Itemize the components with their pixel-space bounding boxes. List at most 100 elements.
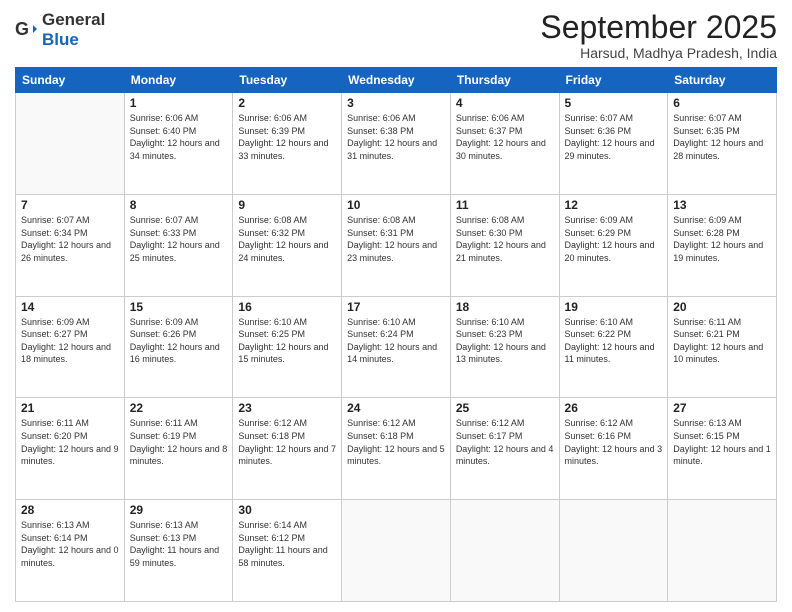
calendar-week-row: 21Sunrise: 6:11 AMSunset: 6:20 PMDayligh… — [16, 398, 777, 500]
day-number: 15 — [130, 300, 228, 314]
day-info: Sunrise: 6:09 AMSunset: 6:29 PMDaylight:… — [565, 214, 663, 264]
day-info: Sunrise: 6:13 AMSunset: 6:15 PMDaylight:… — [673, 417, 771, 467]
day-number: 19 — [565, 300, 663, 314]
day-info: Sunrise: 6:06 AMSunset: 6:39 PMDaylight:… — [238, 112, 336, 162]
table-row: 7 Sunrise: 6:07 AMSunset: 6:34 PMDaylight… — [16, 194, 125, 296]
day-info: Sunrise: 6:10 AMSunset: 6:25 PMDaylight:… — [238, 316, 336, 366]
table-row: 3 Sunrise: 6:06 AMSunset: 6:38 PMDaylight… — [342, 93, 451, 195]
day-info: Sunrise: 6:10 AMSunset: 6:22 PMDaylight:… — [565, 316, 663, 366]
day-number: 24 — [347, 401, 445, 415]
day-number: 16 — [238, 300, 336, 314]
calendar-week-row: 1 Sunrise: 6:06 AMSunset: 6:40 PMDaylight… — [16, 93, 777, 195]
table-row: 5 Sunrise: 6:07 AMSunset: 6:36 PMDaylight… — [559, 93, 668, 195]
table-row: 4Sunrise: 6:06 AMSunset: 6:37 PMDaylight… — [450, 93, 559, 195]
table-row: 14 Sunrise: 6:09 AMSunset: 6:27 PMDayligh… — [16, 296, 125, 398]
day-info: Sunrise: 6:12 AMSunset: 6:18 PMDaylight:… — [238, 417, 336, 467]
day-number: 1 — [130, 96, 228, 110]
day-number: 7 — [21, 198, 119, 212]
table-row: 19 Sunrise: 6:10 AMSunset: 6:22 PMDayligh… — [559, 296, 668, 398]
table-row: 23 Sunrise: 6:12 AMSunset: 6:18 PMDayligh… — [233, 398, 342, 500]
col-saturday: Saturday — [668, 68, 777, 93]
col-thursday: Thursday — [450, 68, 559, 93]
day-number: 17 — [347, 300, 445, 314]
col-tuesday: Tuesday — [233, 68, 342, 93]
day-info: Sunrise: 6:08 AMSunset: 6:31 PMDaylight:… — [347, 214, 445, 264]
day-info: Sunrise: 6:06 AMSunset: 6:38 PMDaylight:… — [347, 112, 445, 162]
header: G General Blue September 2025 Harsud, Ma… — [15, 10, 777, 61]
table-row — [16, 93, 125, 195]
day-info: Sunrise: 6:12 AMSunset: 6:16 PMDaylight:… — [565, 417, 663, 467]
day-number: 21 — [21, 401, 119, 415]
logo-blue: Blue — [42, 30, 79, 49]
col-monday: Monday — [124, 68, 233, 93]
table-row: 27 Sunrise: 6:13 AMSunset: 6:15 PMDayligh… — [668, 398, 777, 500]
table-row: 30 Sunrise: 6:14 AMSunset: 6:12 PMDayligh… — [233, 500, 342, 602]
table-row — [342, 500, 451, 602]
day-number: 3 — [347, 96, 445, 110]
day-number: 27 — [673, 401, 771, 415]
day-number: 12 — [565, 198, 663, 212]
day-number: 28 — [21, 503, 119, 517]
svg-text:G: G — [15, 19, 29, 39]
calendar-table: Sunday Monday Tuesday Wednesday Thursday… — [15, 67, 777, 602]
day-info: Sunrise: 6:11 AMSunset: 6:19 PMDaylight:… — [130, 417, 228, 467]
day-info: Sunrise: 6:07 AMSunset: 6:33 PMDaylight:… — [130, 214, 228, 264]
col-friday: Friday — [559, 68, 668, 93]
table-row: 17Sunrise: 6:10 AMSunset: 6:24 PMDayligh… — [342, 296, 451, 398]
day-info: Sunrise: 6:12 AMSunset: 6:17 PMDaylight:… — [456, 417, 554, 467]
day-number: 26 — [565, 401, 663, 415]
title-block: September 2025 Harsud, Madhya Pradesh, I… — [540, 10, 777, 61]
logo-icon: G — [15, 19, 37, 41]
day-info: Sunrise: 6:07 AMSunset: 6:36 PMDaylight:… — [565, 112, 663, 162]
day-info: Sunrise: 6:13 AMSunset: 6:13 PMDaylight:… — [130, 519, 228, 569]
col-sunday: Sunday — [16, 68, 125, 93]
table-row: 16 Sunrise: 6:10 AMSunset: 6:25 PMDayligh… — [233, 296, 342, 398]
col-wednesday: Wednesday — [342, 68, 451, 93]
table-row: 11 Sunrise: 6:08 AMSunset: 6:30 PMDayligh… — [450, 194, 559, 296]
logo-general: General — [42, 10, 105, 29]
day-number: 14 — [21, 300, 119, 314]
table-row: 15Sunrise: 6:09 AMSunset: 6:26 PMDayligh… — [124, 296, 233, 398]
day-number: 18 — [456, 300, 554, 314]
table-row: 9Sunrise: 6:08 AMSunset: 6:32 PMDaylight… — [233, 194, 342, 296]
calendar-week-row: 7 Sunrise: 6:07 AMSunset: 6:34 PMDaylight… — [16, 194, 777, 296]
day-number: 5 — [565, 96, 663, 110]
day-info: Sunrise: 6:10 AMSunset: 6:23 PMDaylight:… — [456, 316, 554, 366]
table-row: 29 Sunrise: 6:13 AMSunset: 6:13 PMDayligh… — [124, 500, 233, 602]
day-info: Sunrise: 6:09 AMSunset: 6:28 PMDaylight:… — [673, 214, 771, 264]
table-row: 10 Sunrise: 6:08 AMSunset: 6:31 PMDayligh… — [342, 194, 451, 296]
day-number: 30 — [238, 503, 336, 517]
day-number: 20 — [673, 300, 771, 314]
day-info: Sunrise: 6:14 AMSunset: 6:12 PMDaylight:… — [238, 519, 336, 569]
logo: G General Blue — [15, 10, 105, 50]
day-info: Sunrise: 6:12 AMSunset: 6:18 PMDaylight:… — [347, 417, 445, 467]
table-row: 25Sunrise: 6:12 AMSunset: 6:17 PMDayligh… — [450, 398, 559, 500]
table-row — [450, 500, 559, 602]
table-row: 20 Sunrise: 6:11 AMSunset: 6:21 PMDayligh… — [668, 296, 777, 398]
day-info: Sunrise: 6:09 AMSunset: 6:27 PMDaylight:… — [21, 316, 119, 366]
table-row: 6 Sunrise: 6:07 AMSunset: 6:35 PMDaylight… — [668, 93, 777, 195]
calendar-week-row: 14 Sunrise: 6:09 AMSunset: 6:27 PMDayligh… — [16, 296, 777, 398]
day-number: 11 — [456, 198, 554, 212]
table-row — [559, 500, 668, 602]
day-info: Sunrise: 6:11 AMSunset: 6:21 PMDaylight:… — [673, 316, 771, 366]
day-info: Sunrise: 6:07 AMSunset: 6:34 PMDaylight:… — [21, 214, 119, 264]
page: G General Blue September 2025 Harsud, Ma… — [0, 0, 792, 612]
day-info: Sunrise: 6:06 AMSunset: 6:40 PMDaylight:… — [130, 112, 228, 162]
day-info: Sunrise: 6:08 AMSunset: 6:30 PMDaylight:… — [456, 214, 554, 264]
day-number: 29 — [130, 503, 228, 517]
table-row: 12 Sunrise: 6:09 AMSunset: 6:29 PMDayligh… — [559, 194, 668, 296]
table-row: 24 Sunrise: 6:12 AMSunset: 6:18 PMDayligh… — [342, 398, 451, 500]
day-info: Sunrise: 6:08 AMSunset: 6:32 PMDaylight:… — [238, 214, 336, 264]
table-row: 18 Sunrise: 6:10 AMSunset: 6:23 PMDayligh… — [450, 296, 559, 398]
day-number: 4 — [456, 96, 554, 110]
day-number: 10 — [347, 198, 445, 212]
day-number: 23 — [238, 401, 336, 415]
day-info: Sunrise: 6:07 AMSunset: 6:35 PMDaylight:… — [673, 112, 771, 162]
day-number: 13 — [673, 198, 771, 212]
table-row: 21Sunrise: 6:11 AMSunset: 6:20 PMDayligh… — [16, 398, 125, 500]
calendar-header-row: Sunday Monday Tuesday Wednesday Thursday… — [16, 68, 777, 93]
table-row: 8Sunrise: 6:07 AMSunset: 6:33 PMDaylight… — [124, 194, 233, 296]
month-title: September 2025 — [540, 10, 777, 45]
day-number: 6 — [673, 96, 771, 110]
